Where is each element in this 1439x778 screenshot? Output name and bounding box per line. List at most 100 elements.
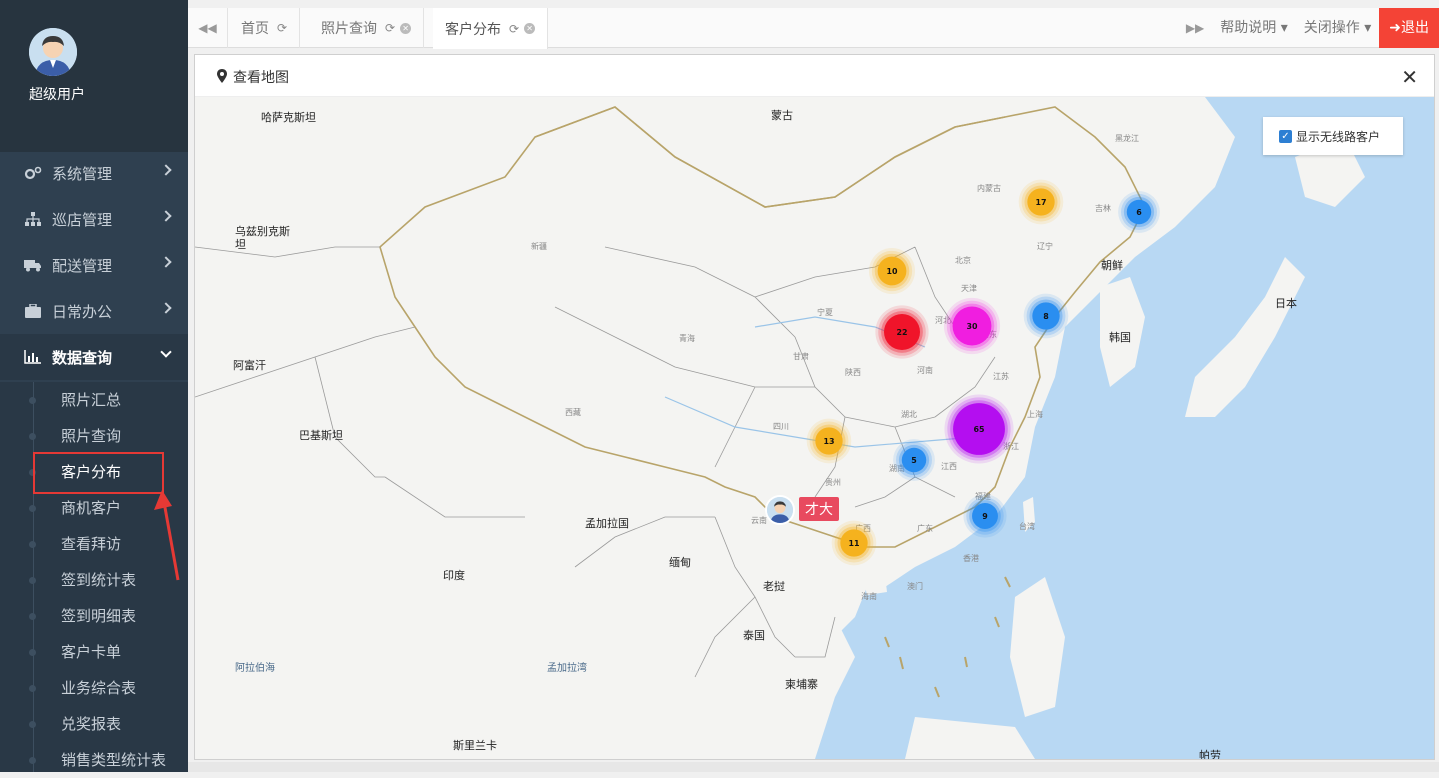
- menu-inspection[interactable]: 巡店管理: [0, 196, 188, 242]
- menu-data-query[interactable]: 数据查询: [0, 334, 188, 380]
- salesperson-name-label[interactable]: 才大: [799, 497, 839, 521]
- refresh-icon[interactable]: ⟳: [509, 22, 519, 36]
- tab-label: 客户分布: [445, 21, 501, 38]
- submenu-prize-report[interactable]: 兑奖报表: [29, 706, 122, 742]
- submenu-customer-card[interactable]: 客户卡单: [29, 634, 121, 670]
- cluster-marker[interactable]: 9: [972, 503, 998, 529]
- tree-dot: [29, 505, 36, 512]
- submenu-label: 兑奖报表: [61, 715, 122, 733]
- person-icon: [767, 497, 793, 523]
- map-label: 巴基斯坦: [299, 429, 343, 442]
- tab-bar: ◀◀ 首页 ⟳ 照片查询 ⟳ ✕ 客户分布 ⟳ ✕ ▶▶ 帮助说明 ▾ 关闭操作…: [188, 8, 1439, 49]
- truck-icon: [24, 260, 41, 272]
- cluster-marker[interactable]: 11: [840, 529, 868, 557]
- submenu-checkin-detail[interactable]: 签到明细表: [29, 598, 136, 634]
- cluster-marker[interactable]: 22: [884, 314, 920, 350]
- double-left-icon: ◀◀: [198, 21, 217, 35]
- map-label: 湖北: [901, 410, 917, 419]
- map-label: 台湾: [1019, 522, 1035, 531]
- map-label: 天津: [961, 284, 977, 293]
- cluster-count: 17: [1035, 197, 1047, 207]
- tab-label: 照片查询: [321, 21, 377, 37]
- map-label: 阿拉伯海: [235, 663, 275, 674]
- map-label: 印度: [443, 569, 465, 582]
- help-dropdown[interactable]: 帮助说明 ▾: [1212, 8, 1295, 48]
- menu-system[interactable]: 系统管理: [0, 150, 188, 196]
- map-label: 黑龙江: [1115, 134, 1139, 143]
- chevron-right-icon: [160, 256, 172, 268]
- cluster-marker[interactable]: 17: [1027, 188, 1055, 216]
- cluster-marker[interactable]: 65: [953, 403, 1005, 455]
- map-label: 西藏: [565, 408, 581, 417]
- tab-home[interactable]: 首页 ⟳: [229, 8, 301, 48]
- panel-title: 查看地图: [233, 70, 289, 86]
- tab-label: 首页: [241, 21, 269, 37]
- refresh-icon[interactable]: ⟳: [277, 21, 287, 35]
- map-label: 河南: [917, 366, 933, 375]
- map-label: 韩国: [1109, 331, 1131, 344]
- close-icon[interactable]: ✕: [524, 23, 536, 34]
- sidebar: 超级用户 系统管理 巡店管理 配送管理 日常办公 数据查询 照片汇总 照片查询 …: [0, 0, 188, 772]
- submenu-label: 商机客户: [61, 499, 122, 517]
- checkbox-label: 显示无线路客户: [1296, 129, 1381, 144]
- close-ops-dropdown[interactable]: 关闭操作 ▾: [1296, 8, 1379, 48]
- cluster-marker[interactable]: 6: [1126, 199, 1152, 225]
- annotation-highlight-box: [33, 452, 164, 494]
- close-icon[interactable]: ✕: [400, 22, 412, 34]
- user-avatar[interactable]: [29, 28, 77, 76]
- submenu-label: 业务综合表: [61, 679, 137, 697]
- map-label: 浙江: [1003, 442, 1019, 451]
- cluster-marker[interactable]: 5: [901, 447, 927, 473]
- menu-label: 日常办公: [52, 302, 113, 321]
- bottom-strip: [188, 762, 1439, 772]
- map-label: 内蒙古: [977, 184, 1001, 193]
- tab-photo-query[interactable]: 照片查询 ⟳ ✕: [309, 8, 425, 48]
- cluster-marker[interactable]: 10: [877, 256, 907, 286]
- submenu-view-visits[interactable]: 查看拜访: [29, 526, 122, 562]
- cluster-marker[interactable]: 30: [952, 306, 992, 346]
- menu-label: 系统管理: [52, 164, 113, 183]
- submenu-label: 销售类型统计表: [61, 751, 167, 769]
- map-label: 缅甸: [669, 556, 691, 569]
- gears-icon: [24, 166, 42, 180]
- username: 超级用户: [29, 87, 85, 103]
- map-canvas[interactable]: ✓ 显示无线路客户 哈萨克斯坦 蒙古 乌兹别克斯坦 阿富汗 巴基斯坦 印度 孟加…: [195, 97, 1434, 759]
- submenu-opportunity-customers[interactable]: 商机客户: [29, 490, 122, 526]
- right-tools: ▶▶ 帮助说明 ▾ 关闭操作 ▾ ➜退出: [1178, 8, 1439, 48]
- tree-dot: [29, 577, 36, 584]
- menu-delivery[interactable]: 配送管理: [0, 242, 188, 288]
- submenu-photo-query[interactable]: 照片查询: [29, 418, 121, 454]
- cluster-marker[interactable]: 13: [815, 427, 843, 455]
- submenu-sales-type-stats[interactable]: 销售类型统计表: [29, 742, 167, 778]
- tree-dot: [29, 721, 36, 728]
- submenu-business-summary[interactable]: 业务综合表: [29, 670, 137, 706]
- menu-office[interactable]: 日常办公: [0, 288, 188, 334]
- chevron-right-icon: [160, 302, 172, 314]
- cluster-marker[interactable]: 8: [1032, 302, 1060, 330]
- briefcase-icon: [25, 304, 41, 318]
- tree-dot: [29, 649, 36, 656]
- map-label: 帕劳: [1199, 749, 1221, 759]
- logout-button[interactable]: ➜退出: [1379, 8, 1439, 48]
- show-unrouted-customers-toggle[interactable]: ✓ 显示无线路客户: [1263, 117, 1403, 155]
- tab-customer-distribution[interactable]: 客户分布 ⟳ ✕: [433, 8, 549, 49]
- cluster-count: 11: [848, 538, 860, 548]
- submenu-photo-summary[interactable]: 照片汇总: [29, 382, 122, 418]
- chevron-right-icon: [160, 164, 172, 176]
- map-label: 澳门: [907, 582, 923, 591]
- refresh-icon[interactable]: ⟳: [385, 21, 395, 35]
- submenu-checkin-stats[interactable]: 签到统计表: [29, 562, 136, 598]
- map-label: 青海: [679, 334, 695, 343]
- map-label: 广东: [917, 524, 933, 533]
- checkbox-checked-icon[interactable]: ✓: [1279, 129, 1292, 143]
- close-panel-button[interactable]: ✕: [1401, 65, 1418, 89]
- cluster-count: 5: [911, 455, 917, 465]
- logout-label: 退出: [1401, 20, 1429, 36]
- submenu-label: 照片汇总: [61, 391, 122, 409]
- cluster-count: 22: [896, 327, 908, 337]
- submenu-label: 查看拜访: [61, 535, 122, 553]
- salesperson-avatar-marker[interactable]: [765, 495, 795, 525]
- tab-scroll-right-button[interactable]: ▶▶: [1178, 8, 1212, 48]
- map-label: 陕西: [845, 368, 861, 377]
- tab-scroll-left-button[interactable]: ◀◀: [188, 8, 228, 48]
